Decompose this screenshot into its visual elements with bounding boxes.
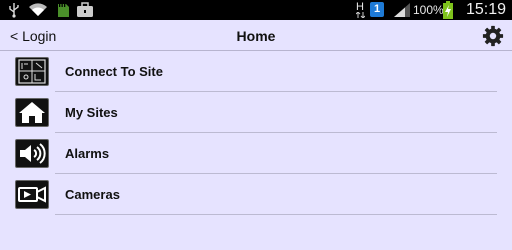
menu-divider (55, 214, 497, 215)
menu-item-cameras[interactable]: Cameras (0, 174, 512, 215)
wifi-icon (29, 3, 47, 17)
menu-item-alarms[interactable]: Alarms (0, 133, 512, 174)
home-menu: Connect To Site My Sites Alarms Cameras (0, 51, 512, 215)
menu-item-my-sites[interactable]: My Sites (0, 92, 512, 133)
camera-icon (15, 180, 49, 209)
usb-icon (9, 3, 19, 18)
status-bar: H 1 100% 15:19 (0, 0, 512, 20)
home-icon (15, 98, 49, 127)
menu-item-label: Cameras (65, 187, 120, 202)
battery-percent: 100% (413, 3, 444, 17)
menu-item-label: My Sites (65, 105, 118, 120)
menu-item-label: Connect To Site (65, 64, 163, 79)
page-title: Home (236, 28, 276, 44)
menu-item-label: Alarms (65, 146, 110, 161)
menu-item-connect-to-site[interactable]: Connect To Site (0, 51, 512, 92)
signal-icon (394, 3, 410, 17)
connect-site-icon (15, 57, 49, 86)
notification-count: 1 (373, 3, 381, 15)
speaker-icon (15, 139, 49, 168)
app-header: < Login Home (0, 20, 512, 51)
clock-time: 15:19 (465, 1, 506, 18)
notification-icon: 1 (370, 2, 384, 17)
network-arrows-icon (356, 12, 365, 18)
sd-card-icon (58, 4, 69, 17)
battery-icon (443, 1, 453, 19)
back-to-login-button[interactable]: < Login (10, 28, 56, 44)
gear-icon[interactable] (482, 25, 504, 47)
briefcase-icon (77, 2, 93, 17)
